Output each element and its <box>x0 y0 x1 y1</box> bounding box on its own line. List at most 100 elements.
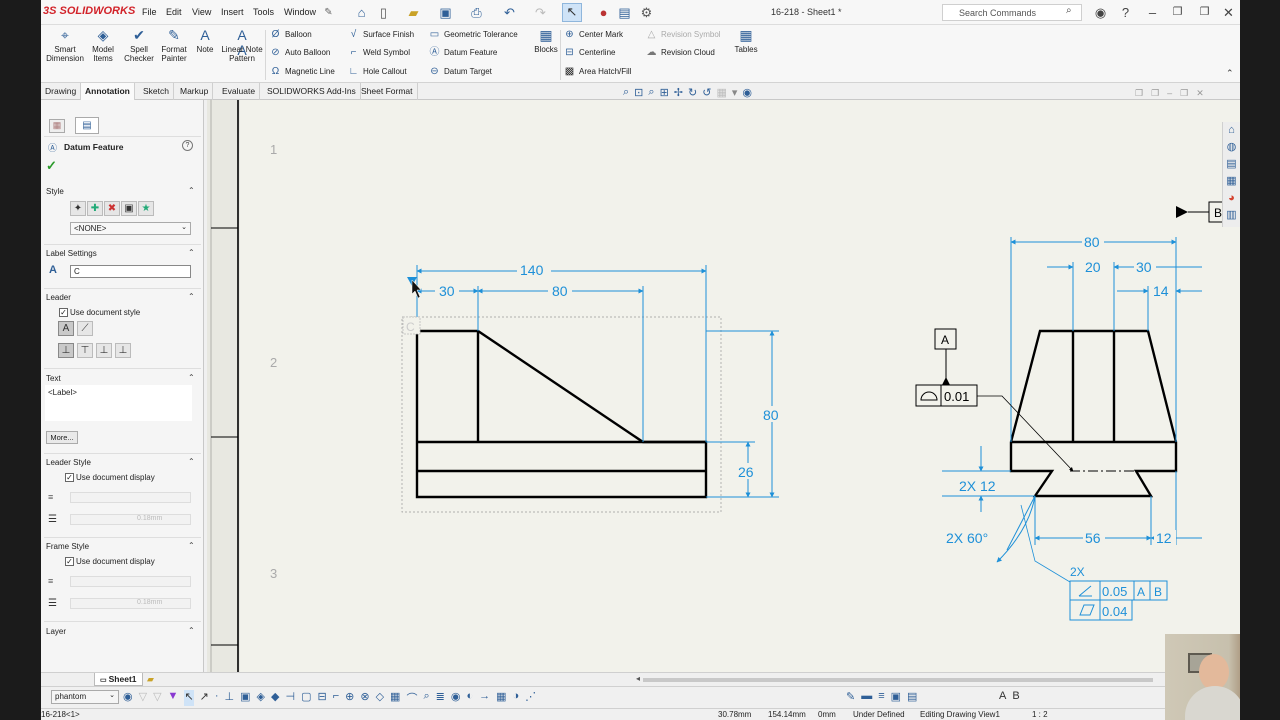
file-explorer-icon[interactable]: ▤ <box>1223 156 1240 173</box>
leader-section-header[interactable]: Leader <box>46 293 71 302</box>
perpendicular-datum-icon[interactable]: ⊥ <box>58 343 74 358</box>
leader-thickness-select[interactable]: 0.18mm <box>70 514 191 525</box>
zoom-to-area-icon[interactable]: ⊡ <box>634 86 643 99</box>
angled-datum-icon[interactable]: ⊥ <box>115 343 131 358</box>
select-icon[interactable]: ↖ <box>184 690 194 706</box>
view-palette-icon[interactable]: ▦ <box>1223 173 1240 190</box>
balloon-button[interactable]: Ø Balloon <box>269 29 312 41</box>
revision-symbol-button[interactable]: △ Revision Symbol <box>645 29 721 41</box>
arrow-icon[interactable]: → <box>479 690 490 706</box>
hide-edge-icon[interactable]: ▤ <box>907 690 917 703</box>
apply-default-style-icon[interactable]: ✦ <box>70 201 86 216</box>
datum-c-preview[interactable]: C <box>402 277 422 335</box>
dim-80-vertical[interactable]: 80 <box>763 407 779 423</box>
layer-section-header[interactable]: Layer <box>46 627 66 636</box>
datum-a[interactable]: A <box>934 328 957 385</box>
style-select[interactable]: <NONE> ⌄ <box>70 222 191 235</box>
select-other-icon[interactable]: ↗ <box>200 690 209 706</box>
view-icon[interactable]: ◆ <box>271 690 279 706</box>
menu-view[interactable]: View <box>192 7 211 17</box>
front-view[interactable]: 140 30 80 80 26 C <box>401 262 784 513</box>
horizontal-scrollbar[interactable] <box>643 678 1153 682</box>
dim-30[interactable]: 30 <box>439 283 455 299</box>
menu-file[interactable]: File <box>142 7 157 17</box>
bold-icon[interactable]: B <box>1012 690 1019 702</box>
zoom-icon[interactable]: ⌕ <box>423 690 429 706</box>
tab-markup[interactable]: Markup <box>176 83 214 100</box>
view-settings-icon[interactable]: ▾ <box>732 86 738 99</box>
hatch-icon[interactable]: ⊟ <box>317 690 326 706</box>
frame-style-header[interactable]: Frame Style <box>46 542 89 551</box>
datum-target-button[interactable]: ⊖ Datum Target <box>428 66 492 78</box>
collapse-chevron-icon[interactable]: ⌃ <box>188 626 195 635</box>
style-section-header[interactable]: Style <box>46 187 64 196</box>
smart-dimension-button[interactable]: ⌖ Smart Dimension <box>43 28 87 64</box>
maximize-icon[interactable]: ❐ <box>1180 88 1188 99</box>
label-settings-header[interactable]: Label Settings <box>46 249 97 258</box>
tab-annotation[interactable]: Annotation <box>81 83 135 100</box>
menu-window[interactable]: Window <box>284 7 316 17</box>
pin-icon[interactable]: ✎ <box>321 5 336 20</box>
align-icon[interactable]: ≣ <box>436 690 445 706</box>
hole-callout-button[interactable]: ∟ Hole Callout <box>347 66 407 78</box>
add-style-icon[interactable]: ✚ <box>87 201 103 216</box>
filled-triangle-leader-icon[interactable]: A <box>58 321 74 336</box>
menu-edit[interactable]: Edit <box>166 7 182 17</box>
options-gear-icon[interactable]: ⚙ <box>639 5 654 20</box>
close-icon[interactable]: ✕ <box>1196 88 1204 99</box>
tolerance-icon[interactable]: ▢ <box>301 690 311 706</box>
tab-sketch[interactable]: Sketch <box>139 83 174 100</box>
ok-checkmark-icon[interactable]: ✓ <box>46 158 57 174</box>
restore-icon[interactable]: ❐ <box>1170 5 1185 20</box>
help-icon[interactable]: ? <box>1118 5 1133 20</box>
print-icon[interactable]: ⎙ <box>469 5 484 20</box>
restore-icon[interactable]: ❐ <box>1151 88 1159 99</box>
redraw-icon[interactable]: ↺ <box>702 86 711 99</box>
revision-cloud-button[interactable]: ☁ Revision Cloud <box>645 47 715 59</box>
use-document-style-checkbox[interactable]: ✓ <box>59 308 68 317</box>
sketch-relation-icon[interactable]: ◇ <box>376 690 384 706</box>
line-color-icon[interactable]: ✎ <box>846 690 855 703</box>
user-account-icon[interactable]: ◉ <box>1093 5 1108 20</box>
datum-label-input[interactable]: C <box>70 265 191 278</box>
linear-note-pattern-button[interactable]: A A Linear Note Pattern <box>219 28 265 64</box>
feature-manager-tab-icon[interactable]: ▦ <box>49 119 65 133</box>
custom-properties-icon[interactable]: ▥ <box>1223 207 1240 224</box>
save-style-icon[interactable]: ▣ <box>121 201 137 216</box>
magnetic-line-button[interactable]: Ω Magnetic Line <box>269 66 335 78</box>
tab-sheet-format[interactable]: Sheet Format <box>357 83 418 100</box>
zoom-to-fit-icon[interactable]: ⌕ <box>623 86 629 99</box>
tile-icon[interactable]: ❐ <box>1135 88 1143 99</box>
hide-show-items-icon[interactable]: ▦ <box>716 86 726 99</box>
grid-icon[interactable]: ▦ <box>390 690 400 706</box>
menu-insert[interactable]: Insert <box>221 7 244 17</box>
weld-symbol-button[interactable]: ⌐ Weld Symbol <box>347 47 410 59</box>
collapse-ribbon-icon[interactable]: ⌃ <box>1226 68 1234 79</box>
redo-icon[interactable]: ↷ <box>533 5 548 20</box>
note-button[interactable]: A Note <box>191 28 219 55</box>
origin-icon[interactable]: ⊕ <box>345 690 354 706</box>
collapse-chevron-icon[interactable]: ⌃ <box>188 292 195 301</box>
collapse-chevron-icon[interactable]: ⌃ <box>188 457 195 466</box>
frame-thickness-select[interactable]: 0.18mm <box>70 598 191 609</box>
line-thickness-icon[interactable]: ▬ <box>861 690 872 703</box>
feature-control-frame[interactable]: 2X 0.05 A B 0.04 <box>1020 504 1168 621</box>
line-style-icon[interactable]: ≡ <box>878 690 884 703</box>
maximize-icon[interactable]: ❐ <box>1197 5 1212 20</box>
surface-finish-button[interactable]: √ Surface Finish <box>347 29 414 41</box>
marker-icon[interactable]: ⋰ <box>525 690 536 706</box>
open-folder-icon[interactable]: ▰ <box>406 5 421 20</box>
center-mark-button[interactable]: ⊕ Center Mark <box>563 29 623 41</box>
text-section-header[interactable]: Text <box>46 374 61 383</box>
dim-14[interactable]: 14 <box>1153 283 1169 299</box>
pan-icon[interactable]: ✢ <box>674 86 683 99</box>
minimize-icon[interactable]: – <box>1145 5 1160 20</box>
display-icon[interactable]: ◉ <box>451 690 461 706</box>
table-icon[interactable]: ▦ <box>496 690 506 706</box>
delete-style-icon[interactable]: ✖ <box>104 201 120 216</box>
frame-line-style-select[interactable] <box>70 576 191 587</box>
collapse-chevron-icon[interactable]: ⌃ <box>188 248 195 257</box>
shade-icon[interactable]: ◐ <box>466 690 473 706</box>
profile-of-surface-tolerance[interactable]: 0.01 <box>915 384 1074 472</box>
break-icon[interactable]: ⊣ <box>285 690 295 706</box>
